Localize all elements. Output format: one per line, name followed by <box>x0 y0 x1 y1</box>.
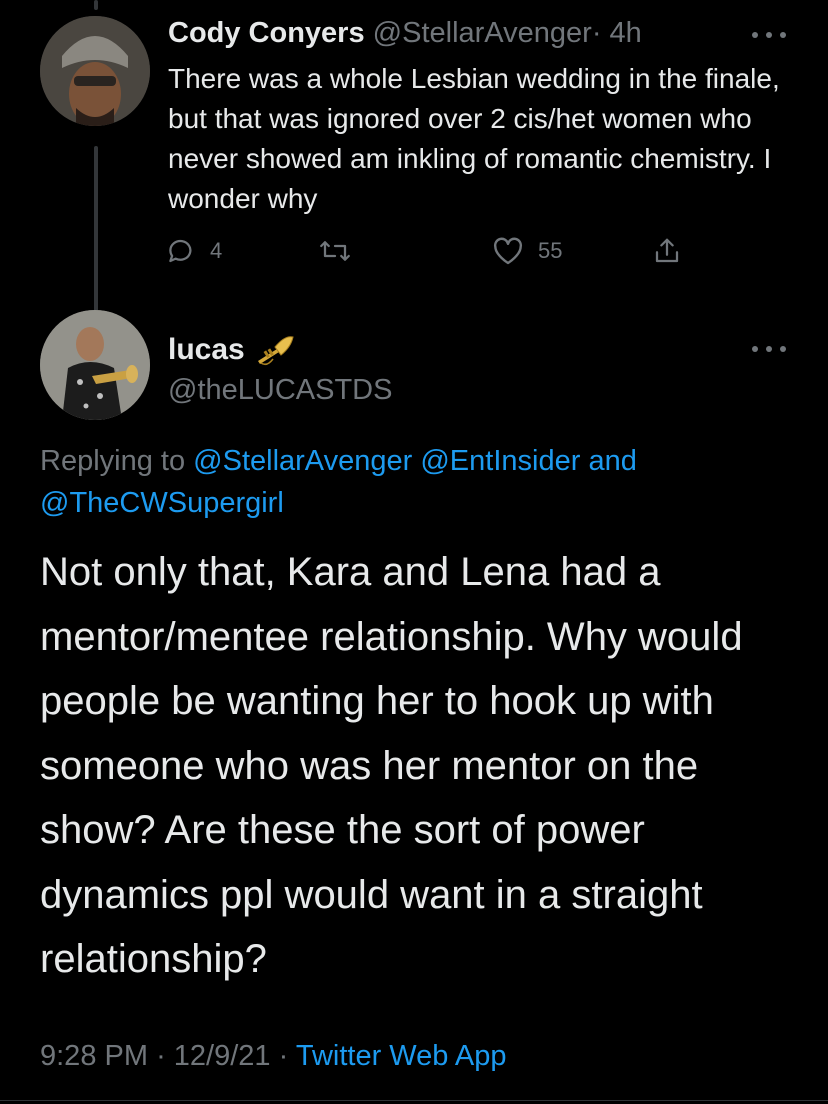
divider <box>0 1100 828 1101</box>
mention-link[interactable]: @TheCWSupergirl <box>40 487 284 519</box>
tweet-date[interactable]: 12/9/21 <box>174 1040 271 1072</box>
thread-connector-top <box>94 0 98 10</box>
author-name-row: lucas <box>168 330 295 370</box>
author-name[interactable]: Cody Conyers <box>168 17 365 49</box>
share-icon <box>655 238 679 263</box>
share-button[interactable] <box>652 236 682 266</box>
trumpet-icon <box>257 336 294 366</box>
more-options-icon[interactable] <box>752 30 786 40</box>
avatar-cody-conyers[interactable] <box>40 16 150 126</box>
tweet-time[interactable]: 9:28 PM <box>40 1040 148 1072</box>
author-name[interactable]: lucas <box>168 330 245 370</box>
tweet-metadata: 9:28 PM · 12/9/21 · Twitter Web App <box>40 1036 506 1076</box>
avatar-lucas[interactable] <box>40 310 150 420</box>
reply-icon <box>169 239 192 263</box>
author-handle[interactable]: @StellarAvenger <box>373 17 592 49</box>
retweet-icon <box>320 241 350 261</box>
mention-link[interactable]: @StellarAvenger <box>193 445 412 477</box>
like-button[interactable]: 55 <box>492 236 562 266</box>
replying-prefix: Replying to <box>40 445 186 477</box>
replying-to-line: Replying to @StellarAvenger @EntInsider … <box>40 440 800 524</box>
tweet-source[interactable]: Twitter Web App <box>296 1040 507 1072</box>
heart-icon <box>493 237 523 265</box>
reply-count: 4 <box>210 238 223 263</box>
thread-connector <box>94 146 98 314</box>
meta-separator: · <box>156 1040 166 1072</box>
more-options-icon[interactable] <box>752 344 786 354</box>
like-count: 55 <box>538 238 563 263</box>
tweet-actions: 4 55 <box>166 236 706 276</box>
header-separator: · <box>591 17 602 49</box>
mention-link[interactable]: @EntInsider <box>420 445 580 477</box>
tweet-text: Not only that, Kara and Lena had a mento… <box>40 550 743 981</box>
reply-button[interactable]: 4 <box>166 236 222 266</box>
tweet-header: Cody Conyers @StellarAvenger· 4h <box>168 14 642 52</box>
tweet-time[interactable]: 4h <box>610 17 642 49</box>
meta-separator: · <box>278 1040 289 1072</box>
mention-conjunction[interactable]: and <box>588 445 636 477</box>
retweet-button[interactable] <box>318 236 352 266</box>
author-handle[interactable]: @theLUCASTDS <box>168 370 392 410</box>
tweet-text: There was a whole Lesbian wedding in the… <box>168 63 780 214</box>
